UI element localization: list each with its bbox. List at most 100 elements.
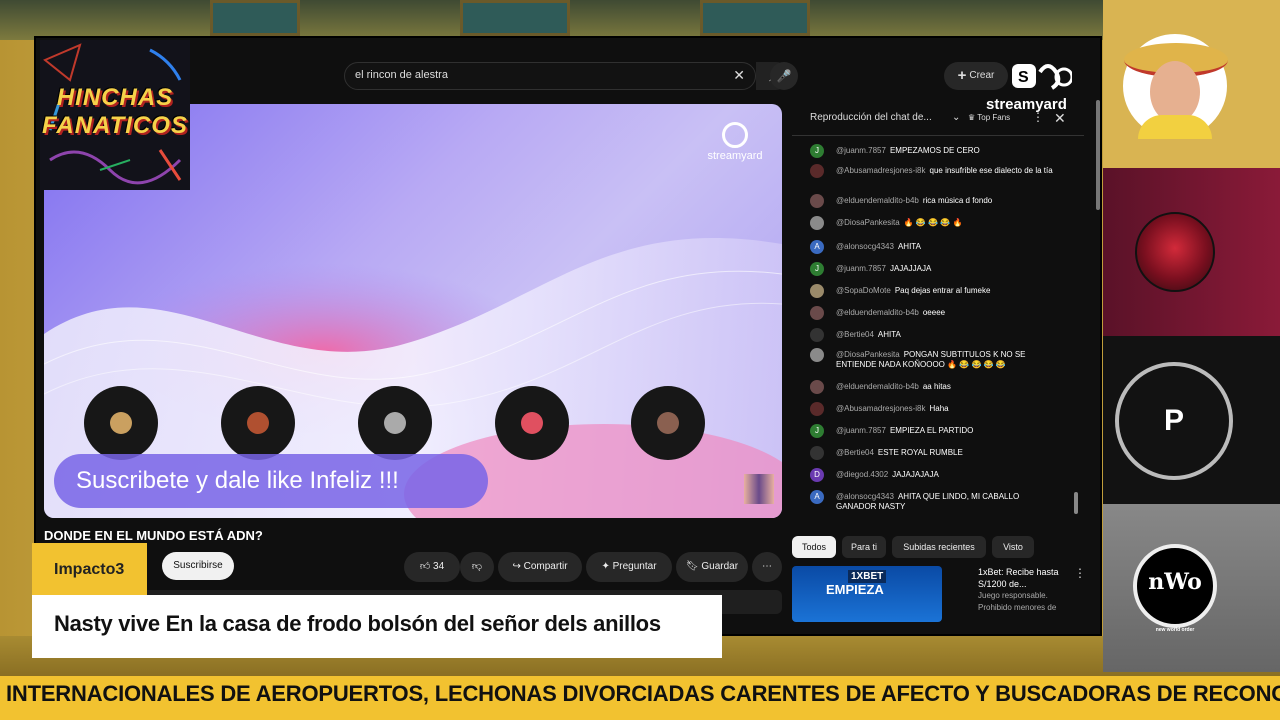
plus-icon: + [957,67,967,84]
participant-avatar [495,386,569,460]
chevron-down-icon[interactable]: ⌄ [952,112,960,123]
crown-icon: ♛ [968,113,978,122]
guest-tile-4: nWo new world order [1103,504,1280,672]
chat-menu-icon[interactable]: ⋮ [1032,110,1044,124]
chat-text: EMPEZAMOS DE CERO [889,146,980,155]
lower-third-caption: Nasty vive En la casa de frodo bolsón de… [32,595,722,658]
ad-text: 1xBet: Recibe hasta S/1200 de... Juego r… [978,566,1068,614]
video-thumbnail-icon [744,474,774,504]
chat-message-text: @alonsocg4343 AHITA [836,242,1060,252]
ad-disclaimer-2: Prohibido menores de [978,603,1057,612]
ad-image: 1XBET EMPIEZA [792,566,942,622]
chat-author: @SopaDoMote [836,286,891,295]
chat-message-text: @Bertie04 ESTE ROYAL RUMBLE [836,448,1060,458]
clear-icon[interactable]: ✕ [733,67,745,84]
like-button[interactable]: 👍︎ 34 [404,552,460,582]
top-fans-text: Top Fans [977,113,1011,122]
background-window [700,0,810,36]
more-actions-button[interactable]: ⋯ [752,552,782,582]
chat-author: @DiosaPankesita [836,218,900,227]
chat-message-text: @Bertie04 AHITA [836,330,1060,340]
video-watermark-label: streamyard [707,150,763,162]
top-fans-label[interactable]: ♛ Top Fans [968,113,1010,122]
sparkle-icon: ✦ [601,561,613,572]
subscribe-button[interactable]: Suscribirse [162,552,234,580]
share-button[interactable]: ↪ Compartir [498,552,582,582]
participant-avatar [631,386,705,460]
video-title: DONDE EN EL MUNDO ESTÁ ADN? [44,528,263,543]
chat-author: @elduendemaldito-b4b [836,308,919,317]
chat-message-text: @elduendemaldito-b4b rica música d fondo [836,196,1060,206]
chat-header-title: Reproducción del chat de... [810,112,932,123]
guest-tile-3: P [1103,336,1280,504]
chat-header: Reproducción del chat de... ⌄ ♛ Top Fans… [792,102,1084,136]
search-value: el rincon de alestra [355,69,448,81]
logo-line-1: HINCHAS [56,84,174,111]
logo-line-2: FANATICOS [42,112,188,139]
chat-author: @juanm.7857 [836,426,886,435]
stream-canvas: el rincon de alestra ✕ ⌕ 🎤 +Crear S stre… [0,0,1280,720]
ad-disclaimer: Juego responsable. [978,591,1048,600]
chat-message-text: @elduendemaldito-b4b aa hitas [836,382,1060,392]
chat-message-text: @juanm.7857 JAJAJJAJA [836,264,1060,274]
chat-author: @Abusamadresjones-i8k [836,166,926,175]
save-label: Guardar [701,561,739,572]
chat-text: que insufrible ese dialecto de la tía [929,166,1053,175]
create-button[interactable]: + Crear [944,62,1008,90]
chip-visto[interactable]: Visto [992,536,1034,558]
ad-card[interactable]: 1XBET EMPIEZA 1xBet: Recibe hasta S/1200… [792,566,1088,622]
ask-button[interactable]: ✦ Preguntar [586,552,672,582]
share-icon: ↪ [512,561,524,572]
chat-author: @diegod.4302 [836,470,889,479]
chat-message-text: @elduendemaldito-b4b oeeee [836,308,1060,318]
save-button[interactable]: 🔖︎ Guardar [676,552,748,582]
chat-avatar [810,194,824,208]
chat-text: Paq dejas entrar al fumeke [894,286,991,295]
chat-author: @elduendemaldito-b4b [836,382,919,391]
chat-message-text: @Abusamadresjones-i8k Haha [836,404,1060,414]
participant-avatar [358,386,432,460]
guest-tile-1 [1103,0,1280,168]
chat-text: rica música d fondo [922,196,993,205]
voice-search-button[interactable]: 🎤 [770,62,798,90]
search-input[interactable]: el rincon de alestra ✕ [344,62,756,90]
chat-text: AHITA [897,242,921,251]
speaker-tag: Impacto3 [32,543,147,595]
chat-message-text: @DiosaPankesita PONGAN SUBTITULOS K NO SE… [836,350,1060,370]
participant-avatar [221,386,295,460]
chip-para-ti[interactable]: Para ti [842,536,886,558]
chat-message-text: @juanm.7857 EMPIEZA EL PARTIDO [836,426,1060,436]
svg-text:S: S [1018,69,1029,86]
chat-avatar [810,328,824,342]
background-wall [0,0,1280,40]
nwo-logo-text: nWo [1148,569,1202,595]
chat-author: @alonsocg4343 [836,492,894,501]
chat-text: AHITA [877,330,901,339]
chat-author: @alonsocg4343 [836,242,894,251]
chat-avatar [810,348,824,362]
chip-subidas-recientes[interactable]: Subidas recientes [892,536,986,558]
chat-avatar [810,402,824,416]
youtube-window: el rincon de alestra ✕ ⌕ 🎤 +Crear S stre… [34,36,1102,636]
chip-todos[interactable]: Todos [792,536,836,558]
chat-avatar: D [810,468,824,482]
ad-menu-icon[interactable]: ⋮ [1074,566,1086,580]
chat-message-text: @Abusamadresjones-i8k que insufrible ese … [836,166,1060,176]
page-scrollbar[interactable] [1096,100,1100,210]
background-window [460,0,570,36]
chat-text: 🔥 😂 😂 😂 🔥 [903,218,963,227]
chat-avatar [810,284,824,298]
background-window [210,0,300,36]
chat-message-text: @SopaDoMote Paq dejas entrar al fumeke [836,286,1060,296]
streamyard-logo-icon: S [1012,64,1072,90]
chat-author: @juanm.7857 [836,264,886,273]
close-icon[interactable]: ✕ [1054,110,1066,127]
thumbs-down-icon: 👎︎ [471,561,483,572]
guest-tile-2 [1103,168,1280,336]
chat-text: EMPIEZA EL PARTIDO [889,426,974,435]
live-chat-replay: Reproducción del chat de... ⌄ ♛ Top Fans… [792,102,1084,526]
chat-avatar: J [810,144,824,158]
dislike-button[interactable]: 👎︎ [460,552,494,582]
create-label: Crear [969,70,995,81]
chat-scrollbar[interactable] [1074,492,1078,514]
